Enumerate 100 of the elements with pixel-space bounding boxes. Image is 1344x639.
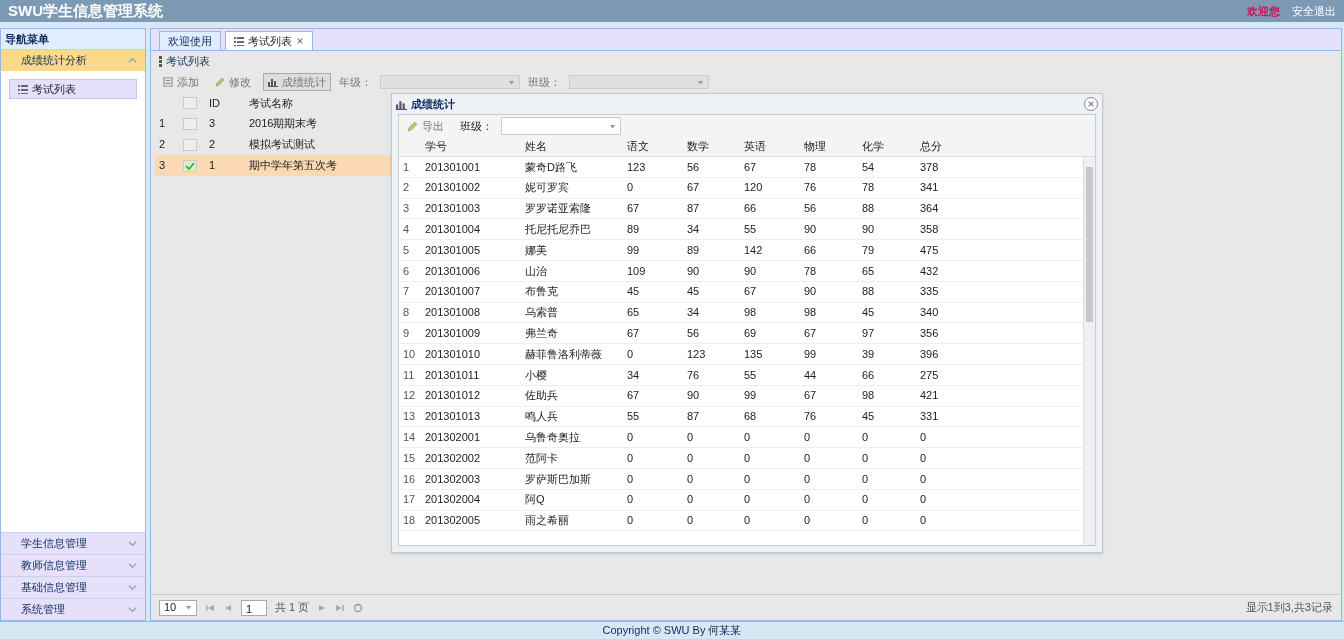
table-cell-text: 妮可罗宾 xyxy=(524,180,570,196)
toolbar-button[interactable]: 修改 xyxy=(211,73,255,91)
table-cell-text: 范阿卡 xyxy=(524,450,559,466)
checkbox[interactable] xyxy=(183,159,197,172)
table-cell-text: 2016期期末考 xyxy=(248,116,318,132)
column-header: 学号 xyxy=(424,139,448,155)
row-number: 8 xyxy=(402,305,411,321)
table-cell-text: 0 xyxy=(743,450,752,466)
table-cell-text: 55 xyxy=(743,222,758,238)
accordion-header[interactable]: 教师信息管理 xyxy=(1,554,145,576)
table-cell-text: 475 xyxy=(919,242,940,258)
row-number: 3 xyxy=(158,158,167,174)
table-cell-text: 201301013 xyxy=(424,409,482,425)
column-header: 考试名称 xyxy=(248,95,293,111)
table-cell-text: 0 xyxy=(686,492,695,508)
table-cell-text: 97 xyxy=(861,326,876,341)
table-cell-text: 0 xyxy=(803,430,812,445)
table-cell-text: 期中学年第五次考 xyxy=(248,158,337,174)
nav-item[interactable]: 考试列表 xyxy=(9,79,137,99)
combo-field[interactable] xyxy=(569,75,709,89)
tab[interactable]: 考试列表 xyxy=(225,31,313,50)
close-button[interactable] xyxy=(1084,97,1098,111)
table-cell-text: 0 xyxy=(686,513,695,529)
table-cell-text: 67 xyxy=(743,159,758,175)
toolbar-button[interactable]: 添加 xyxy=(159,73,203,91)
checkbox[interactable] xyxy=(183,117,197,130)
row-number: 1 xyxy=(158,116,167,132)
row-number: 2 xyxy=(158,137,167,153)
combo-field[interactable] xyxy=(380,75,520,89)
table-cell-text: 蒙奇D路飞 xyxy=(524,159,578,175)
table-cell-text: 275 xyxy=(919,367,940,383)
refresh-icon[interactable] xyxy=(353,602,364,613)
scrollbar-thumb[interactable] xyxy=(1086,167,1093,322)
table-cell-text: 123 xyxy=(686,346,707,362)
page-size-select[interactable]: 10 xyxy=(159,599,197,616)
row-number: 15 xyxy=(402,450,417,466)
checkbox[interactable] xyxy=(183,138,197,151)
accordion-header[interactable]: 学生信息管理 xyxy=(1,532,145,554)
table-cell-text: 67 xyxy=(686,180,701,196)
table-cell-text: 0 xyxy=(626,180,635,196)
table-cell-text: 0 xyxy=(743,492,752,508)
accordion-header[interactable]: 基础信息管理 xyxy=(1,576,145,598)
table-cell-text: 2 xyxy=(208,137,217,153)
column-header: 总分 xyxy=(919,139,943,155)
table-cell-text: 78 xyxy=(861,180,876,196)
table-cell-text: 201302004 xyxy=(424,492,482,508)
page-field[interactable]: 1 xyxy=(241,599,267,616)
chevron-icon xyxy=(128,605,137,614)
table-cell-text: 鸣人兵 xyxy=(524,409,559,425)
accordion-header[interactable]: 成绩统计分析 xyxy=(1,49,145,71)
table-cell-text: 123 xyxy=(626,159,647,175)
checkbox[interactable] xyxy=(183,97,197,109)
table-cell-text: 201302005 xyxy=(424,513,482,529)
combo-field[interactable] xyxy=(501,117,621,135)
table-cell-text: 67 xyxy=(626,388,641,404)
table-cell-text: 赫菲鲁洛利蒂薇 xyxy=(524,346,603,362)
pencil-icon xyxy=(407,120,418,132)
table-cell-text: 76 xyxy=(803,180,818,196)
table-cell-text: 0 xyxy=(626,513,635,529)
table-cell-text: 0 xyxy=(919,450,928,466)
table-cell-text: 90 xyxy=(686,263,701,279)
column-header: 英语 xyxy=(743,139,767,155)
chart-icon xyxy=(396,98,407,110)
table-cell-text: 0 xyxy=(626,450,635,466)
last-page-icon[interactable] xyxy=(335,602,346,613)
table-cell-text: 0 xyxy=(626,492,635,508)
table-cell-text: 0 xyxy=(626,471,635,487)
first-page-icon[interactable] xyxy=(205,602,215,613)
tab[interactable]: 欢迎使用 xyxy=(159,31,221,50)
table-cell-text: 90 xyxy=(803,222,818,238)
table-cell-text: 201301009 xyxy=(424,326,482,341)
table-cell-text: 67 xyxy=(626,201,641,217)
table-cell-text: 0 xyxy=(743,471,752,487)
close-icon[interactable] xyxy=(296,37,304,45)
table-cell-text: 90 xyxy=(743,263,758,279)
table-cell-text: 78 xyxy=(803,263,818,279)
close-icon xyxy=(1087,100,1095,108)
row-number: 18 xyxy=(402,513,417,529)
table-cell-text: 67 xyxy=(803,326,818,341)
table-cell-text: 0 xyxy=(861,450,870,466)
export-button[interactable]: 导出 xyxy=(407,117,444,135)
table-cell-text: 335 xyxy=(919,284,940,300)
table-cell-text: 0 xyxy=(919,492,928,508)
table-cell-text: 201302001 xyxy=(424,430,482,445)
table-cell-text: 45 xyxy=(686,284,701,300)
previous-page-icon[interactable] xyxy=(223,602,233,613)
accordion-header[interactable]: 系统管理 xyxy=(1,598,145,620)
scrollbar[interactable] xyxy=(1083,157,1095,545)
dialog-title: 成绩统计 xyxy=(411,96,455,112)
toolbar-button[interactable]: 成绩统计 xyxy=(263,73,331,91)
table-cell-text: 68 xyxy=(743,409,758,425)
table-cell-text: 0 xyxy=(919,513,928,529)
table-cell-text: 90 xyxy=(803,284,818,300)
table-cell-text: 76 xyxy=(803,409,818,425)
table-cell-text: 0 xyxy=(743,513,752,529)
table-cell-text: 120 xyxy=(743,180,764,196)
grip-icon xyxy=(159,55,162,67)
column-header: 化学 xyxy=(861,139,885,155)
table-cell-text: 89 xyxy=(626,222,641,238)
caret-icon xyxy=(697,78,704,86)
